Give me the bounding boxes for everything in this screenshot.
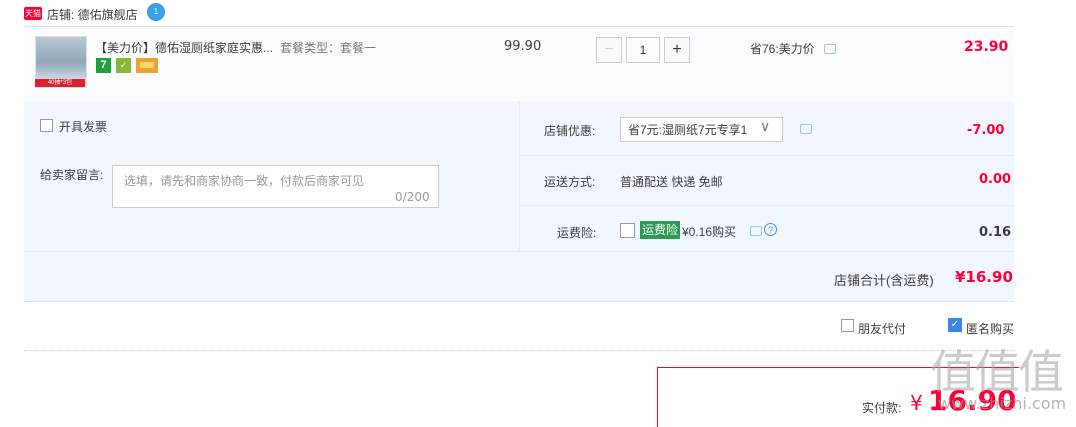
tmall-badge: 天猫 <box>24 7 42 20</box>
divider <box>519 155 1014 156</box>
anonymous-label[interactable]: 匿名购买 <box>966 320 1014 337</box>
insurance-price: ¥0.16购买 <box>682 225 737 239</box>
seller-message-placeholder: 选填，请先和商家协商一致，付款后商家可见 <box>124 174 365 188</box>
product-thumbnail-strip: 40抽*3包 <box>35 79 85 87</box>
guarantee-icon: ✓ <box>116 58 131 73</box>
invoice-checkbox[interactable] <box>40 119 53 132</box>
actual-pay-label: 实付款: <box>862 401 902 415</box>
store-subtotal-value: ¥16.90 <box>955 268 1013 286</box>
product-title-link[interactable]: 【美力价】德佑湿厕纸家庭实惠... <box>95 39 273 56</box>
cart-item-row <box>24 26 1014 102</box>
coupon-amount: -7.00 <box>967 123 1005 138</box>
message-char-count: 0/200 <box>395 190 430 204</box>
shipping-label: 运送方式: <box>544 175 596 189</box>
quantity-decrease-button[interactable]: − <box>596 37 622 63</box>
friend-pay-checkbox[interactable] <box>841 319 854 332</box>
currency-symbol: ¥ <box>910 391 923 415</box>
wangwang-chat-icon[interactable]: 1 <box>147 3 165 21</box>
shop-name-link[interactable]: 店铺: 德佑旗舰店 <box>47 6 138 23</box>
insurance-comment-icon[interactable] <box>750 226 762 236</box>
watermark-logo: 值值值 <box>930 345 1064 399</box>
unit-price: 99.90 <box>504 39 542 54</box>
divider <box>24 350 1014 351</box>
chevron-down-icon[interactable]: ∨ <box>760 118 770 135</box>
store-subtotal-label: 店铺合计(含运费) <box>834 273 934 288</box>
message-label: 给卖家留言: <box>40 168 104 182</box>
promo-comment-icon[interactable] <box>824 44 836 54</box>
insurance-label: 运费险: <box>557 226 597 240</box>
help-icon[interactable]: ? <box>764 223 777 236</box>
friend-pay-label[interactable]: 朋友代付 <box>858 320 906 337</box>
item-total-price: 23.90 <box>964 39 1009 55</box>
insurance-checkbox[interactable] <box>620 223 635 238</box>
insurance-amount: 0.16 <box>979 225 1012 240</box>
invoice-label[interactable]: 开具发票 <box>59 118 107 135</box>
shipping-method: 普通配送 快递 免邮 <box>620 175 723 189</box>
credit-card-icon <box>136 58 158 73</box>
insurance-badge: 运费险 <box>640 221 681 239</box>
divider <box>519 101 520 251</box>
shipping-amount: 0.00 <box>979 172 1012 187</box>
anonymous-checkbox[interactable]: ✓ <box>948 318 962 332</box>
promo-text: 省76:美力价 <box>750 42 815 56</box>
divider <box>519 205 1014 206</box>
seven-day-return-icon: 7 <box>96 58 111 73</box>
product-sku: 套餐类型：套餐一 <box>280 41 377 55</box>
coupon-comment-icon[interactable] <box>800 124 812 134</box>
coupon-label: 店铺优惠: <box>544 124 596 138</box>
coupon-select-value: 省7元:湿厕纸7元专享1 <box>628 123 748 137</box>
quantity-input[interactable]: 1 <box>626 37 660 63</box>
quantity-increase-button[interactable]: + <box>664 37 690 63</box>
watermark-url: www.zhizhi.com <box>938 394 1067 413</box>
divider <box>24 251 1014 252</box>
